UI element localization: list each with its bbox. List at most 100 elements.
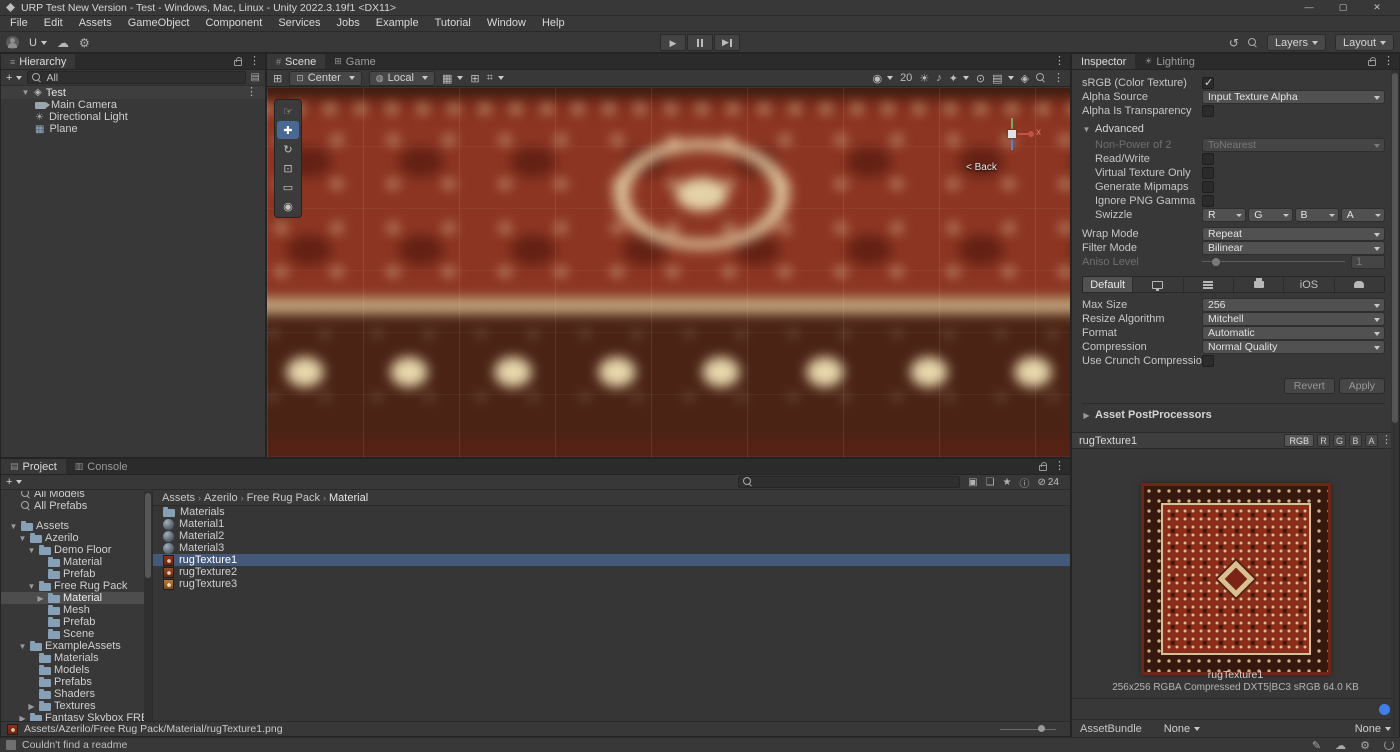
search-by-label-icon[interactable]: ❏	[986, 477, 995, 488]
console-message-icon[interactable]	[6, 740, 16, 750]
tab-game[interactable]: ⊞ Game	[325, 54, 385, 69]
view-tool-button[interactable]: ☞	[277, 102, 299, 120]
channel-rgb-button[interactable]: RGB	[1284, 434, 1314, 447]
pivot-dropdown[interactable]: ⊡ Center	[289, 70, 362, 86]
ignore-png-gamma-checkbox[interactable]	[1202, 194, 1214, 207]
assetbundle-variant-dropdown[interactable]: None	[1355, 723, 1391, 735]
status-message[interactable]: Couldn't find a readme	[22, 739, 127, 751]
advanced-foldout[interactable]: Advanced	[1082, 122, 1385, 136]
tree-item-demo-floor[interactable]: Demo Floor	[1, 544, 144, 556]
menu-window[interactable]: Window	[479, 16, 534, 31]
menu-help[interactable]: Help	[534, 16, 573, 31]
cloud-icon[interactable]: ☁	[57, 36, 69, 50]
alpha-transparency-checkbox[interactable]	[1202, 104, 1214, 117]
scrollbar-thumb[interactable]	[145, 493, 151, 578]
layers-dropdown[interactable]: Layers	[1266, 34, 1326, 51]
save-search-icon[interactable]: ★	[1003, 477, 1012, 488]
gizmo-x-handle[interactable]	[1028, 131, 1034, 137]
file-item-material3[interactable]: Material3	[153, 542, 1070, 554]
channel-r-button[interactable]: R	[1317, 434, 1330, 447]
tree-item-scene[interactable]: Scene	[1, 628, 144, 640]
rotate-tool-button[interactable]: ↻	[277, 140, 299, 158]
cloud-sync-icon[interactable]: ☁	[1335, 739, 1346, 752]
scene-lighting-toggle[interactable]: ☀	[919, 72, 929, 85]
tree-item-mesh[interactable]: Mesh	[1, 604, 144, 616]
virtual-texture-checkbox[interactable]	[1202, 166, 1214, 179]
file-item-rugtexture3[interactable]: rugTexture3	[153, 578, 1070, 590]
channel-b-button[interactable]: B	[1349, 434, 1362, 447]
back-label[interactable]: < Back	[966, 162, 997, 173]
tree-item-shaders[interactable]: Shaders	[1, 688, 144, 700]
orientation-dropdown[interactable]: ◍ Local	[368, 70, 435, 86]
foldout-arrow[interactable]	[21, 88, 30, 97]
rect-tool-button[interactable]: ▭	[277, 178, 299, 196]
swizzle-g-dropdown[interactable]: G	[1248, 207, 1293, 222]
tab-lighting[interactable]: ☀ Lighting	[1135, 54, 1204, 69]
apply-button[interactable]: Apply	[1338, 378, 1385, 394]
file-item-rugtexture2[interactable]: rugTexture2	[153, 566, 1070, 578]
menu-component[interactable]: Component	[197, 16, 270, 31]
tab-console[interactable]: ▥ Console	[65, 459, 137, 474]
hierarchy-search-field[interactable]: All	[27, 71, 246, 84]
scene-viewport[interactable]: ☞ ✚ ↻ ⊡ ▭ ◉ x < Back	[267, 88, 1070, 457]
scene-effects-dropdown[interactable]: ✦	[949, 72, 969, 85]
menu-jobs[interactable]: Jobs	[329, 16, 368, 31]
srgb-checkbox[interactable]	[1202, 76, 1214, 89]
scene-audio-toggle[interactable]: ♪	[936, 72, 942, 84]
lock-icon[interactable]	[1368, 57, 1376, 66]
resize-algorithm-dropdown[interactable]: Mitchell	[1202, 311, 1385, 326]
search-by-type-icon[interactable]: ▣	[968, 477, 977, 488]
channel-g-button[interactable]: G	[1333, 434, 1346, 447]
tree-item-prefab2[interactable]: Prefab	[1, 616, 144, 628]
pause-button[interactable]	[687, 34, 713, 51]
activity-icon[interactable]: ✎	[1312, 739, 1321, 752]
breadcrumb-material[interactable]: Material	[329, 492, 368, 504]
close-button[interactable]: ✕	[1360, 0, 1394, 15]
tree-item-materials[interactable]: Materials	[1, 652, 144, 664]
breadcrumb-assets[interactable]: Assets	[162, 492, 195, 504]
crunch-compression-checkbox[interactable]	[1202, 354, 1214, 367]
tab-hierarchy[interactable]: ≡ Hierarchy	[1, 54, 76, 69]
readme-info-icon[interactable]: ⓘ	[1019, 475, 1029, 490]
revert-button[interactable]: Revert	[1283, 378, 1335, 394]
layout-dropdown[interactable]: Layout	[1334, 34, 1394, 51]
tab-project[interactable]: ▤ Project	[1, 459, 66, 474]
max-size-dropdown[interactable]: 256	[1202, 297, 1385, 312]
play-button[interactable]	[660, 34, 686, 51]
panel-menu-icon[interactable]: ⋮	[1054, 461, 1065, 472]
channel-a-button[interactable]: A	[1365, 434, 1378, 447]
breadcrumb-free-rug-pack[interactable]: Free Rug Pack	[247, 492, 320, 504]
hierarchy-scene-row[interactable]: ◈ Test ⋮	[1, 86, 265, 99]
menu-edit[interactable]: Edit	[36, 16, 71, 31]
create-asset-button[interactable]: +	[6, 476, 23, 488]
maximize-button[interactable]: ▢	[1326, 0, 1360, 15]
overlay-menu-icon[interactable]: ⊞	[273, 72, 282, 85]
format-dropdown[interactable]: Automatic	[1202, 325, 1385, 340]
hierarchy-filter-icon[interactable]: ▤	[251, 72, 260, 83]
lock-icon[interactable]	[1039, 462, 1047, 471]
move-tool-button[interactable]: ✚	[277, 121, 299, 139]
minimize-button[interactable]: —	[1292, 0, 1326, 15]
favorite-item[interactable]: All Prefabs	[1, 500, 144, 512]
tree-item-exampleassets[interactable]: ExampleAssets	[1, 640, 144, 652]
wrap-mode-dropdown[interactable]: Repeat	[1202, 226, 1385, 241]
panel-menu-icon[interactable]: ⋮	[1383, 56, 1394, 67]
hierarchy-item-plane[interactable]: ▦ Plane	[1, 123, 265, 135]
progress-spinner-icon[interactable]	[1384, 740, 1394, 750]
platform-tab-default[interactable]: Default	[1083, 277, 1134, 292]
grid-snap-icon[interactable]: ▦	[442, 72, 464, 85]
services-icon[interactable]: ⚙	[79, 36, 90, 50]
file-item-material2[interactable]: Material2	[153, 530, 1070, 542]
settings-icon[interactable]: ⚙	[1360, 739, 1370, 752]
platform-tab-webgl[interactable]	[1234, 277, 1285, 292]
snap-magnet-icon[interactable]: ⌗	[487, 72, 504, 85]
assetbundle-dropdown[interactable]: None	[1164, 723, 1201, 735]
tree-item-material-selected[interactable]: Material	[1, 592, 144, 604]
undo-history-icon[interactable]: ↺	[1229, 36, 1239, 50]
panel-menu-icon[interactable]: ⋮	[1054, 56, 1065, 67]
thumbnail-size-slider[interactable]	[1000, 723, 1056, 735]
grid-visual-dropdown[interactable]: ▤	[992, 72, 1014, 85]
compression-dropdown[interactable]: Normal Quality	[1202, 339, 1385, 354]
tree-item-prefabs[interactable]: Prefabs	[1, 676, 144, 688]
project-search-field[interactable]	[738, 476, 961, 488]
